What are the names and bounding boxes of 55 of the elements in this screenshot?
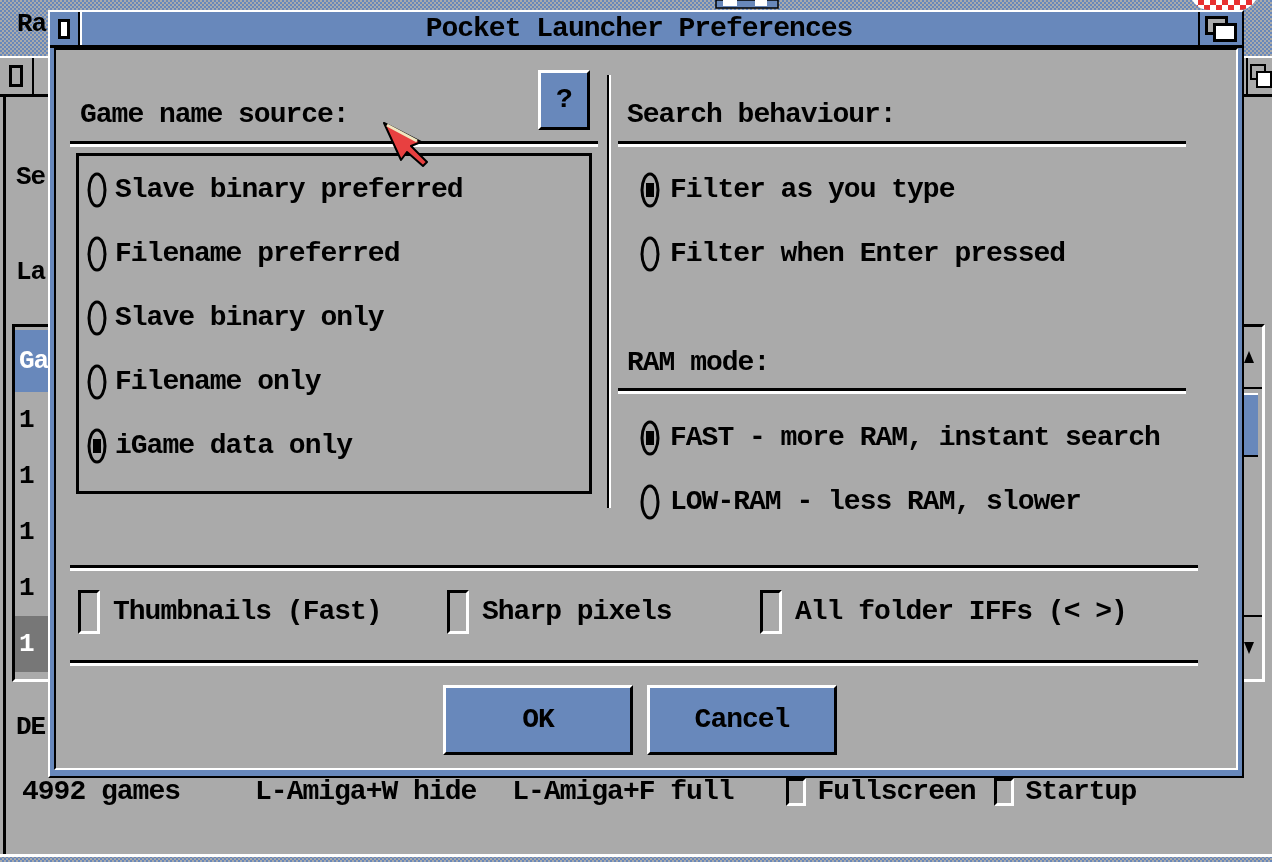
radio-label: Filename only (115, 366, 321, 398)
radio-label: Slave binary only (115, 302, 384, 334)
field-label: La (16, 256, 46, 288)
dialog-button[interactable]: OK (443, 685, 633, 755)
radio-label: LOW-RAM - less RAM, slower (670, 486, 1081, 518)
group-label: Game name source: (79, 99, 349, 132)
checkbox-label: All folder IFFs (< >) (795, 596, 1127, 628)
list-row[interactable]: 1 (15, 560, 49, 616)
game-count: 4992 games (22, 776, 181, 808)
radio-label: FAST - more RAM, instant search (670, 422, 1160, 454)
list-row[interactable]: 1 (15, 448, 49, 504)
list-header[interactable]: Ga (15, 330, 49, 392)
radio-button[interactable] (640, 236, 660, 272)
radio-button[interactable] (87, 236, 107, 272)
depth-icon (1250, 64, 1272, 88)
desktop-icon[interactable] (715, 0, 779, 9)
group-label: Search behaviour: (626, 99, 896, 132)
group-label: RAM mode: (626, 347, 770, 380)
checkbox[interactable] (78, 590, 100, 634)
list-row[interactable]: 1 (15, 392, 49, 448)
help-button[interactable]: ? (538, 70, 590, 130)
depth-icon (1205, 15, 1237, 42)
screen-title: Ra (17, 8, 47, 40)
checkbox-label: Sharp pixels (482, 596, 672, 628)
radio-button[interactable] (87, 172, 107, 208)
checkbox-label: Fullscreen (817, 776, 976, 808)
radio-button[interactable] (640, 172, 660, 208)
checkbox-label: Thumbnails (Fast) (113, 596, 382, 628)
radio-label: Slave binary preferred (115, 174, 463, 206)
field-label: Se (16, 161, 46, 193)
list-row[interactable]: 1 (15, 616, 49, 672)
close-icon (9, 65, 23, 87)
checkbox[interactable] (447, 590, 469, 634)
radio-button[interactable] (87, 364, 107, 400)
radio-label: iGame data only (115, 430, 353, 462)
shortcut-hint: L-Amiga+F full (512, 776, 734, 808)
radio-label: Filter when Enter pressed (670, 238, 1066, 270)
radio-button[interactable] (640, 484, 660, 520)
checkbox-label: Startup (1025, 776, 1137, 808)
list-row[interactable]: 1 (15, 504, 49, 560)
checkbox[interactable] (760, 590, 782, 634)
dialog-button[interactable]: Cancel (647, 685, 837, 755)
depth-button[interactable] (1246, 58, 1272, 94)
window-title: Pocket Launcher Preferences (424, 12, 854, 45)
radio-label: Filename preferred (115, 238, 400, 270)
radio-button[interactable] (87, 428, 107, 464)
radio-label: Filter as you type (670, 174, 955, 206)
down-triangle-icon (1244, 642, 1254, 654)
radio-button[interactable] (640, 420, 660, 456)
up-triangle-icon (1244, 351, 1254, 363)
radio-button[interactable] (87, 300, 107, 336)
shortcut-hint: L-Amiga+W hide (255, 776, 477, 808)
field-label: DE (16, 711, 46, 743)
scroll-knob[interactable] (1244, 393, 1258, 457)
close-icon (58, 18, 70, 39)
